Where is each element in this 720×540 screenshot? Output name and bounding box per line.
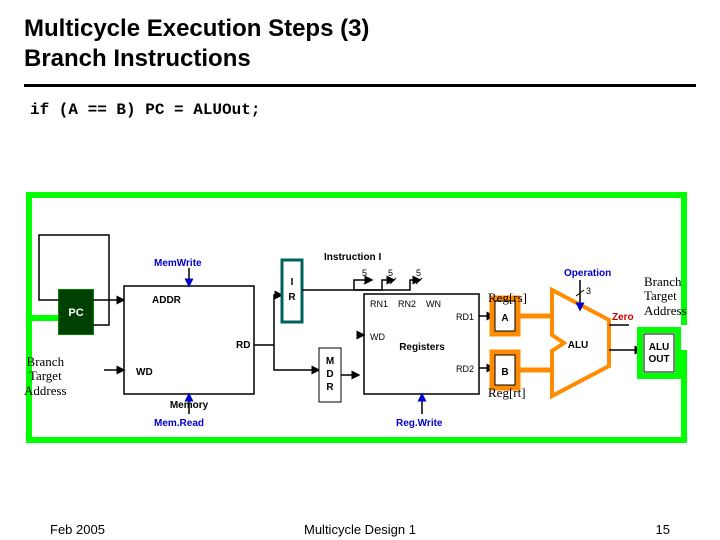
memwrite-label: MemWrite [154,258,202,269]
bus5-b: 5 [388,268,393,278]
datapath-diagram: PC Memory ADDR WD RD MemWrite Mem.Read I… [24,190,696,450]
aluout-l2: OUT [648,354,669,365]
pc-label: PC [68,307,83,319]
mdr-d: D [326,369,333,380]
rn2-label: RN2 [398,299,416,309]
aluout-l1: ALU [649,342,670,353]
bta-right-label: BranchTargetAddress [644,275,687,318]
slash-b [390,278,396,284]
title-line-2: Branch Instructions [24,45,251,72]
addr-label: ADDR [152,295,182,306]
bus3-label: 3 [586,286,591,296]
operation-label: Operation [564,268,611,279]
slash-a [364,278,370,284]
ir-label-2: R [288,292,296,303]
aluout-block [644,334,674,372]
reg-rt-label: Reg[rt] [488,385,526,401]
ir-bus3 [354,280,420,290]
rn1-label: RN1 [370,299,388,309]
rd2-label: RD2 [456,364,474,374]
ir-label-1: I [291,277,294,288]
rd-to-mdr [274,345,319,370]
memread-label: Mem.Read [154,418,204,429]
title-line-1: Multicycle Execution Steps (3) [24,15,369,42]
bus5-a: 5 [362,268,367,278]
bta-left-label: BranchTargetAddress [24,355,67,398]
slash-c [416,278,422,284]
rd-to-ir [254,295,282,345]
rd-label-mem: RD [236,340,250,351]
bus5-c: 5 [416,268,421,278]
mdr-r: R [326,382,334,393]
code-line: if (A == B) PC = ALUOut; [0,87,720,119]
a-label: A [501,313,508,324]
wd-label-reg: WD [370,332,385,342]
regwrite-label: Reg.Write [396,418,443,429]
zero-label: Zero [612,312,634,323]
footer-title: Multicycle Design 1 [0,522,720,537]
alu-label: ALU [568,340,589,351]
footer-page: 15 [656,522,670,537]
reg-rs-label: Reg[rs] [488,290,527,306]
wd-label-mem: WD [136,367,153,378]
mdr-m: M [326,356,334,367]
diagram-svg: PC Memory ADDR WD RD MemWrite Mem.Read I… [24,190,696,450]
registers-label: Registers [399,342,445,353]
instruction-i-label: Instruction I [324,252,381,263]
ir-bus2 [354,280,394,290]
b-label: B [501,367,508,378]
wn-label: WN [426,299,441,309]
ir-bus1 [302,280,372,290]
rd1-label: RD1 [456,312,474,322]
slide-title: Multicycle Execution Steps (3) Branch In… [0,0,720,74]
ir-block [282,260,302,322]
